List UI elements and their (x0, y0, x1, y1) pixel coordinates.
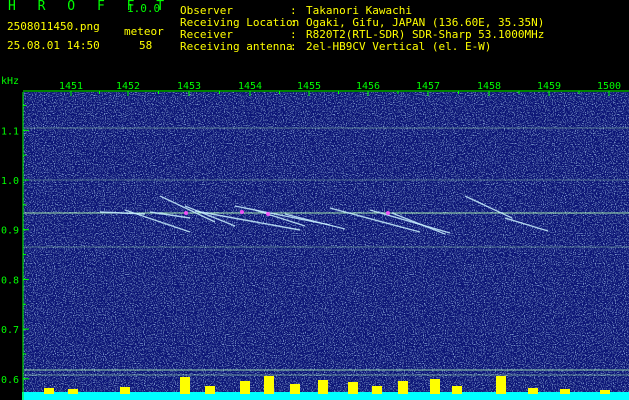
freq-tick-label: 0.8 (1, 275, 19, 286)
date-time: 25.08.01 14:50 (7, 39, 100, 52)
freq-tick-label: 1.1 (1, 126, 19, 137)
power-bar (240, 381, 250, 394)
power-bar (398, 381, 408, 394)
info-separator: : (290, 40, 297, 53)
info-label-antenna: Receiving antenna (180, 40, 293, 53)
power-bar (496, 376, 506, 394)
spectrogram-plot: kHz 1451 1452 1453 1454 1455 1456 1457 1458 1459 1… (0, 71, 629, 400)
time-tick-label: 1451 (59, 81, 83, 92)
freq-tick-label: 0.9 (1, 226, 19, 237)
time-tick-label: 1500 (597, 81, 621, 92)
power-bar (290, 384, 300, 394)
meteor-count: 58 (139, 39, 153, 52)
power-bar (372, 386, 382, 394)
spectrogram-svg: kHz 1451 1452 1453 1454 1455 1456 1457 1458 1459 1… (1, 76, 629, 400)
power-bar (452, 386, 462, 394)
time-tick-label: 1458 (477, 81, 501, 92)
time-tick-label: 1453 (177, 81, 201, 92)
time-tick-label: 1459 (537, 81, 561, 92)
freq-tick-label: 0.7 (1, 325, 19, 336)
time-tick-label: 1457 (416, 81, 440, 92)
time-tick-label: 1456 (356, 81, 380, 92)
power-bar (318, 380, 328, 394)
power-bar (264, 376, 274, 394)
meteor-head (240, 210, 244, 214)
power-bar (528, 388, 538, 394)
power-bar (560, 389, 570, 394)
y-unit-label: kHz (1, 76, 19, 87)
freq-tick-label: 0.6 (1, 375, 19, 386)
time-tick-label: 1455 (297, 81, 321, 92)
power-bar (180, 377, 190, 394)
info-value-antenna: 2el-HB9CV Vertical (el. E-W) (306, 40, 492, 53)
freq-tick-label: 1.0 (1, 176, 19, 187)
file-name: 2508011450.png (7, 20, 100, 33)
power-bar (600, 390, 610, 394)
power-bar (68, 389, 78, 394)
spectrogram-background (23, 92, 629, 400)
power-bar (120, 387, 130, 394)
power-bar (205, 386, 215, 394)
meteor-head (386, 211, 390, 215)
meteor-label: meteor (124, 25, 164, 38)
time-tick-label: 1452 (116, 81, 140, 92)
meteor-head (184, 211, 188, 215)
time-tick-label: 1454 (238, 81, 262, 92)
meteor-head (266, 212, 270, 216)
app-version: 1.0.0 (127, 2, 161, 15)
power-bar (430, 379, 440, 394)
power-bar (44, 388, 54, 394)
power-bar (348, 382, 358, 394)
